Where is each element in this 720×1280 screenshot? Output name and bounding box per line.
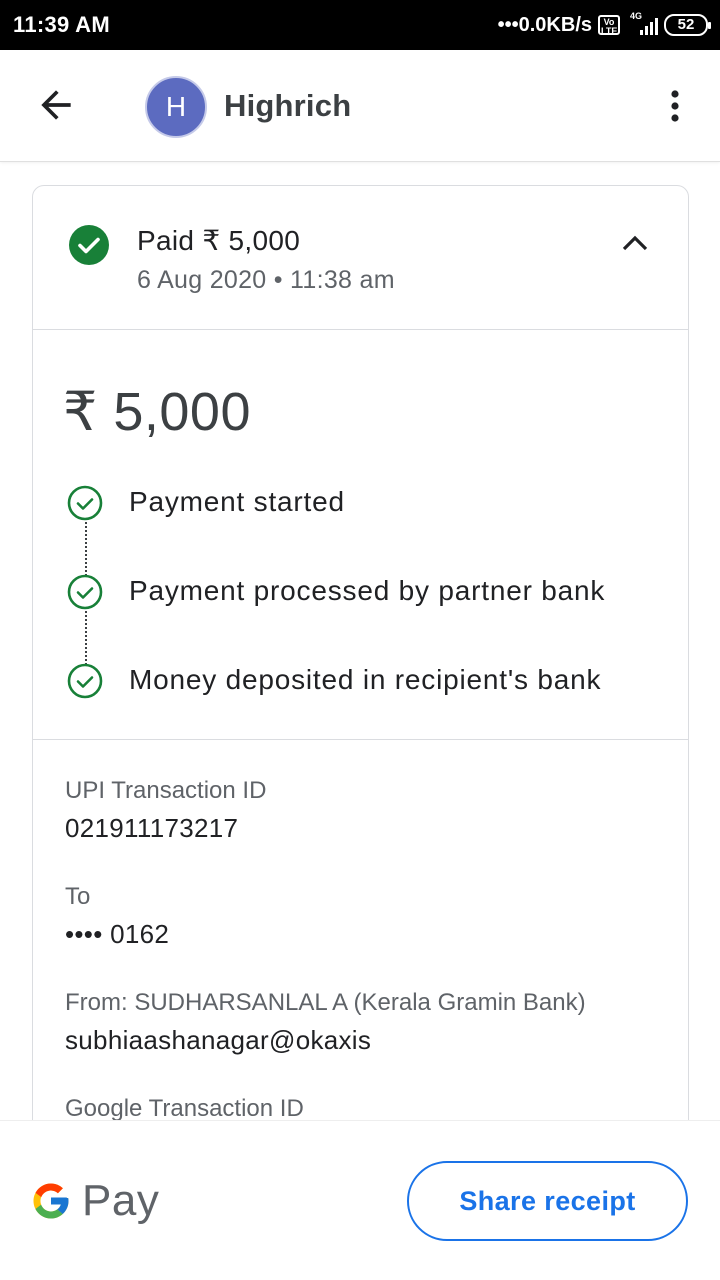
timeline-connector [85,522,87,576]
google-pay-logo: Pay [30,1173,160,1229]
collapse-button[interactable] [620,230,650,256]
gpay-brand-text: Pay [82,1176,160,1225]
step-money-deposited: Money deposited in recipient's bank [65,661,665,701]
share-receipt-button[interactable]: Share receipt [407,1161,688,1241]
step-label: Money deposited in recipient's bank [129,664,602,695]
more-options-button[interactable] [660,86,690,126]
check-circle-outline-icon [67,663,103,699]
volte-icon: Vo LTE [598,15,620,36]
more-vert-icon [671,90,679,122]
check-circle-icon [69,225,109,265]
to-label: To [65,883,91,910]
from-label: From: SUDHARSANLAL A (Kerala Gramin Bank… [65,989,586,1016]
google-g-icon [33,1183,69,1219]
transaction-summary[interactable]: Paid ₹ 5,000 6 Aug 2020 • 11:38 am [33,186,688,330]
payment-progress: ₹ 5,000 Payment started Payment processe… [33,330,688,740]
transaction-card: Paid ₹ 5,000 6 Aug 2020 • 11:38 am ₹ 5,0… [32,185,689,1185]
step-label: Payment processed by partner bank [129,575,606,606]
paid-title: Paid ₹ 5,000 [137,225,301,256]
app-bar: H Highrich [0,50,720,162]
to-account-value: •••• 0162 [65,919,170,949]
step-payment-started: Payment started [65,483,665,523]
timeline-connector [85,611,87,665]
signal-icon: 4G [626,11,658,37]
avatar[interactable]: H [145,76,207,138]
status-icons: •••0.0KB/s Vo LTE 4G 52 [497,11,711,39]
google-transaction-id-label: Google Transaction ID [65,1095,304,1122]
step-label: Payment started [129,486,345,517]
status-time: 11:39 AM [13,12,110,37]
paid-datetime: 6 Aug 2020 • 11:38 am [137,266,395,294]
chevron-up-icon [622,235,648,251]
data-speed: •••0.0KB/s [497,13,592,36]
arrow-back-icon [41,90,71,120]
step-payment-processed: Payment processed by partner bank [65,572,665,612]
battery-icon: 52 [664,14,711,36]
contact-name[interactable]: Highrich [224,88,351,124]
check-circle-outline-icon [67,485,103,521]
check-circle-outline-icon [67,574,103,610]
from-upi-value: subhiaashanagar@okaxis [65,1025,372,1055]
back-button[interactable] [34,83,78,127]
amount: ₹ 5,000 [63,382,251,442]
upi-transaction-id-label: UPI Transaction ID [65,777,267,804]
status-bar: 11:39 AM •••0.0KB/s Vo LTE 4G 52 [0,0,720,50]
upi-transaction-id-value[interactable]: 021911173217 [65,813,238,844]
bottom-bar: Pay Share receipt [0,1120,720,1280]
